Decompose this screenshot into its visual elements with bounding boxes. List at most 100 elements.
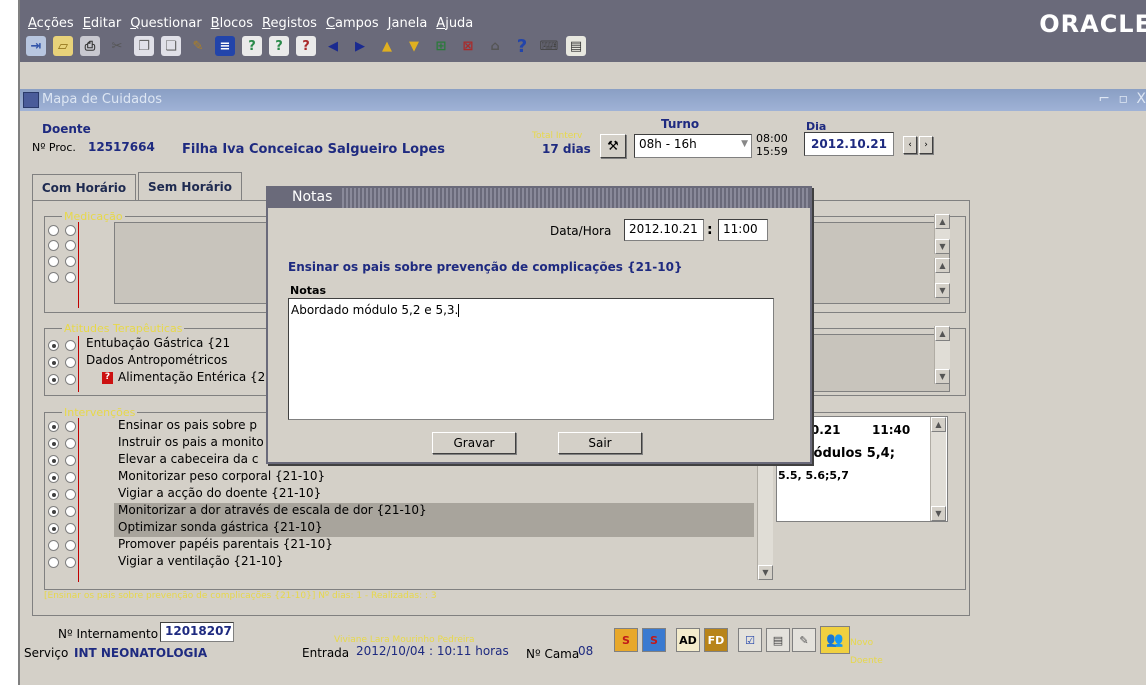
medicacao-radio[interactable] <box>65 272 76 283</box>
next-block-icon[interactable]: ▶ <box>350 36 370 56</box>
internamento-field[interactable]: 12018207 <box>160 622 234 642</box>
ad-button[interactable]: AD <box>676 628 700 652</box>
menu-janela[interactable]: Janela <box>388 16 428 31</box>
sair-button[interactable]: Sair <box>558 432 642 454</box>
fd-button[interactable]: FD <box>704 628 728 652</box>
intervencao-radio[interactable] <box>48 557 59 568</box>
menu-ajuda[interactable]: Ajuda <box>436 16 473 31</box>
tab-com-horario[interactable]: Com Horário <box>32 174 136 200</box>
intervencao-radio[interactable] <box>48 540 59 551</box>
intervencao-radio[interactable] <box>48 438 59 449</box>
new-patient-icon[interactable]: 👥 <box>820 626 850 654</box>
intervencao-radio[interactable] <box>48 506 59 517</box>
prev-record-icon[interactable]: ▲ <box>377 36 397 56</box>
intervencao-radio[interactable] <box>48 455 59 466</box>
scroll-down-icon[interactable]: ▼ <box>931 506 946 521</box>
scroll-down-icon[interactable]: ▼ <box>758 565 773 580</box>
cancel-query-icon[interactable]: ? <box>296 36 316 56</box>
menu-registos[interactable]: Registos <box>262 16 317 31</box>
window-controls[interactable]: ⌐ ▫ X <box>1098 91 1146 107</box>
intervencao-radio[interactable] <box>65 472 76 483</box>
gravar-button[interactable]: Gravar <box>432 432 516 454</box>
scroll-up-icon[interactable]: ▲ <box>931 417 946 432</box>
scroll-up-icon[interactable]: ▲ <box>935 326 950 341</box>
atitude-radio[interactable] <box>48 357 59 368</box>
prev-block-icon[interactable]: ◀ <box>323 36 343 56</box>
atitude-radio[interactable] <box>48 374 59 385</box>
menu-accoes[interactable]: Acções <box>28 16 74 31</box>
medicacao-radio[interactable] <box>48 272 59 283</box>
intervencao-radio[interactable] <box>65 489 76 500</box>
menu-questionar[interactable]: Questionar <box>130 16 201 31</box>
intervencao-row[interactable]: Monitorizar peso corporal {21-10} <box>114 469 754 486</box>
intervencao-radio[interactable] <box>65 557 76 568</box>
menu-editar[interactable]: Editar <box>83 16 122 31</box>
edit-icon[interactable]: ✎ <box>188 36 208 56</box>
intervencao-radio[interactable] <box>65 421 76 432</box>
notes-icon[interactable]: ▤ <box>566 36 586 56</box>
copy-icon[interactable]: ❐ <box>134 36 154 56</box>
menu-campos[interactable]: Campos <box>326 16 379 31</box>
calendar-tool-button[interactable]: ⚒ <box>600 134 626 158</box>
intervencao-radio[interactable] <box>65 455 76 466</box>
intervencao-row[interactable]: Vigiar a ventilação {21-10} <box>114 554 754 571</box>
atitude-row[interactable]: Dados Antropométricos <box>82 353 282 370</box>
save-icon[interactable]: ⌂ <box>485 36 505 56</box>
s-blue-button[interactable]: S <box>642 628 666 652</box>
atitude-row[interactable]: Alimentação Entérica {2 <box>114 370 282 387</box>
list-icon[interactable]: ≡ <box>215 36 235 56</box>
intervencao-row[interactable]: Vigiar a acção do doente {21-10} <box>114 486 754 503</box>
open-icon[interactable]: ▱ <box>53 36 73 56</box>
scrollbar[interactable]: ▲ ▼ <box>934 214 950 254</box>
medicacao-radio[interactable] <box>48 225 59 236</box>
medicacao-radio[interactable] <box>65 225 76 236</box>
atitude-radio[interactable] <box>65 374 76 385</box>
atitude-radio[interactable] <box>65 357 76 368</box>
intervencao-row[interactable]: Monitorizar a dor através de escala de d… <box>114 503 754 520</box>
scrollbar[interactable]: ▲ ▼ <box>934 258 950 298</box>
scroll-down-icon[interactable]: ▼ <box>935 283 950 298</box>
next-day-button[interactable]: › <box>919 136 933 154</box>
notas-textarea[interactable]: Abordado módulo 5,2 e 5,3. <box>288 298 774 420</box>
atitude-radio[interactable] <box>65 340 76 351</box>
intervencao-radio[interactable] <box>65 523 76 534</box>
turno-select[interactable]: 08h - 16h ▼ <box>634 134 752 158</box>
note-date-field[interactable]: 2012.10.21 <box>624 219 704 241</box>
help-icon[interactable]: ? <box>512 36 532 57</box>
intervencao-radio[interactable] <box>48 523 59 534</box>
scroll-up-icon[interactable]: ▲ <box>935 214 950 229</box>
next-record-icon[interactable]: ▼ <box>404 36 424 56</box>
exit-icon[interactable]: ⇥ <box>26 36 46 56</box>
intervencao-radio[interactable] <box>48 421 59 432</box>
intervencao-row[interactable]: Optimizar sonda gástrica {21-10} <box>114 520 754 537</box>
checklist-icon[interactable]: ☑ <box>738 628 762 652</box>
s-red-button[interactable]: S <box>614 628 638 652</box>
prev-day-button[interactable]: ‹ <box>903 136 917 154</box>
pencil-icon[interactable]: ✎ <box>792 628 816 652</box>
show-keys-icon[interactable]: ⌨ <box>539 36 559 56</box>
document-icon[interactable]: ▤ <box>766 628 790 652</box>
medicacao-radio[interactable] <box>65 256 76 267</box>
note-time-field[interactable]: 11:00 <box>718 219 768 241</box>
scroll-up-icon[interactable]: ▲ <box>935 258 950 273</box>
tab-sem-horario[interactable]: Sem Horário <box>138 172 242 200</box>
scrollbar[interactable]: ▲ ▼ <box>934 326 950 384</box>
enter-query-icon[interactable]: ? <box>242 36 262 56</box>
intervencao-row[interactable]: Promover papéis parentais {21-10} <box>114 537 754 554</box>
scrollbar[interactable]: ▲ ▼ <box>930 417 946 521</box>
scroll-down-icon[interactable]: ▼ <box>935 239 950 254</box>
intervencao-radio[interactable] <box>65 438 76 449</box>
atitude-row[interactable]: Entubação Gástrica {21 <box>82 336 282 353</box>
delete-record-icon[interactable]: ⊠ <box>458 36 478 56</box>
medicacao-radio[interactable] <box>65 240 76 251</box>
execute-query-icon[interactable]: ? <box>269 36 289 56</box>
insert-record-icon[interactable]: ⊞ <box>431 36 451 56</box>
cut-icon[interactable]: ✂ <box>107 36 127 56</box>
medicacao-radio[interactable] <box>48 256 59 267</box>
intervencao-radio[interactable] <box>48 489 59 500</box>
intervencao-radio[interactable] <box>65 540 76 551</box>
intervencao-radio[interactable] <box>48 472 59 483</box>
medicacao-radio[interactable] <box>48 240 59 251</box>
menu-blocos[interactable]: Blocos <box>211 16 253 31</box>
atitude-radio[interactable] <box>48 340 59 351</box>
